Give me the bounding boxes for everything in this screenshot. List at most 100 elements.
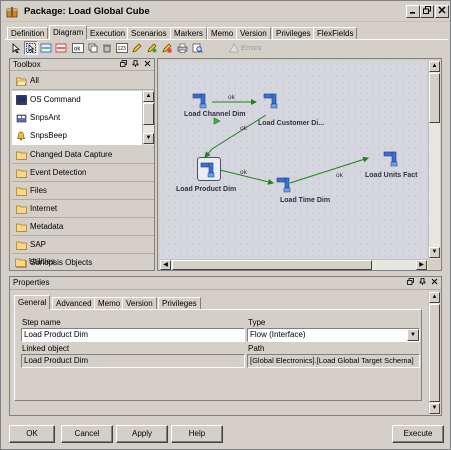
duplicate-button[interactable] <box>86 41 100 55</box>
terminal-icon <box>16 95 27 105</box>
link-ok-icon <box>40 43 52 53</box>
close-panel-icon[interactable] <box>431 278 438 285</box>
tab-diagram[interactable]: Diagram <box>49 25 88 40</box>
chevron-down-icon[interactable]: ▼ <box>407 329 419 341</box>
package-window: Package: Load Global Cube Definition Dia… <box>0 0 451 450</box>
scroll-up-button[interactable]: ▲ <box>429 292 440 303</box>
pin-icon[interactable] <box>132 60 139 67</box>
scroll-down-button[interactable]: ▼ <box>429 247 440 258</box>
ok-button[interactable]: OK <box>9 425 55 443</box>
errors-icon-button[interactable] <box>227 41 241 55</box>
scroll-left-button[interactable]: ◀ <box>160 260 171 270</box>
restore-button[interactable] <box>420 5 434 18</box>
toolbox-title: Toolbox <box>13 60 41 69</box>
diagram-vertical-scrollbar[interactable]: ▲ ▼ <box>428 61 440 259</box>
edit-icon <box>132 43 142 53</box>
close-icon <box>438 6 446 14</box>
print-preview-button[interactable] <box>190 41 204 55</box>
type-select[interactable]: Flow (Interface) ▼ <box>247 328 420 342</box>
folder-icon <box>15 258 26 267</box>
ant-icon <box>16 114 27 123</box>
scroll-up-button[interactable]: ▲ <box>143 91 154 102</box>
node-load-units-fact-icon[interactable] <box>383 149 401 167</box>
scroll-thumb[interactable] <box>143 103 154 125</box>
close-panel-icon[interactable] <box>144 60 151 67</box>
ok-step-button[interactable]: ok <box>71 41 85 55</box>
scroll-down-button[interactable]: ▼ <box>429 403 440 414</box>
next-step-failure-button[interactable] <box>54 41 68 55</box>
toolbox-folder-label: Utilities <box>29 257 55 266</box>
grid-icon <box>162 43 172 53</box>
printer-icon <box>177 43 187 53</box>
node-load-channel-dim-icon[interactable] <box>192 91 210 109</box>
toolbox-tool-snpsbeep[interactable]: SnpsBeep <box>12 127 142 145</box>
toolbox-folder-label: All <box>30 76 39 85</box>
node-load-customer-dim-label[interactable]: Load Customer Di... <box>258 120 324 127</box>
scroll-right-button[interactable]: ▶ <box>416 260 427 270</box>
node-load-product-dim-selection[interactable] <box>197 157 221 181</box>
toolbox-folder-internet[interactable]: Internet <box>12 201 154 218</box>
tool-label: SnpsAnt <box>30 113 61 122</box>
float-icon[interactable] <box>406 278 414 285</box>
print-button[interactable] <box>175 41 189 55</box>
ok-icon: ok <box>72 43 84 53</box>
props-tab-general[interactable]: General <box>14 295 51 310</box>
select-tool-button[interactable] <box>9 41 23 55</box>
toolbox-tool-snpsant[interactable]: SnpsAnt <box>12 109 142 127</box>
toolbox-folder-utilities[interactable]: Utilities <box>11 254 153 271</box>
scroll-thumb[interactable] <box>172 260 372 270</box>
delete-button[interactable] <box>100 41 114 55</box>
diagram-panel: Load Channel Dim Load Customer Di... Loa… <box>157 58 442 271</box>
node-load-customer-dim-icon[interactable] <box>263 91 281 109</box>
minimize-button[interactable] <box>406 5 420 18</box>
svg-text:123: 123 <box>118 46 127 52</box>
tool-label: SnpsBeep <box>30 131 67 140</box>
link-ok-label: ok <box>240 169 247 176</box>
node-load-units-fact-label[interactable]: Load Units Fact <box>365 172 418 179</box>
properties-header-controls <box>406 277 438 288</box>
scroll-thumb[interactable] <box>429 304 440 402</box>
node-load-product-dim-label[interactable]: Load Product Dim <box>176 186 236 193</box>
scroll-down-button[interactable]: ▼ <box>143 133 154 144</box>
toolbox-folder-event-detection[interactable]: Event Detection <box>12 165 154 182</box>
scroll-up-button[interactable]: ▲ <box>429 61 440 72</box>
package-icon <box>6 7 18 18</box>
diagram-horizontal-scrollbar[interactable]: ◀ ▶ <box>160 259 428 270</box>
edit-step-button[interactable] <box>130 41 144 55</box>
help-button[interactable]: Help <box>171 425 223 443</box>
node-load-time-dim-label[interactable]: Load Time Dim <box>280 197 330 204</box>
toolbox-tool-os-command[interactable]: OS Command <box>12 91 142 109</box>
step-name-label: Step name <box>22 318 61 327</box>
title-bar[interactable]: Package: Load Global Cube <box>2 2 450 22</box>
close-button[interactable] <box>435 5 449 18</box>
link-ok-label: ok <box>240 125 247 132</box>
execute-button[interactable]: Execute <box>392 425 444 443</box>
apply-button[interactable]: Apply <box>116 425 168 443</box>
link-time-to-units[interactable] <box>289 156 369 184</box>
diagram-canvas[interactable]: Load Channel Dim Load Customer Di... Loa… <box>160 61 427 259</box>
toolbox-folder-files[interactable]: Files <box>12 183 154 200</box>
node-load-product-dim-icon <box>200 162 215 178</box>
step-name-input[interactable]: Load Product Dim <box>21 328 245 342</box>
grid-button[interactable] <box>160 41 174 55</box>
errors-label[interactable]: Errors <box>241 43 261 52</box>
pin-icon[interactable] <box>419 278 426 285</box>
toolbox-folder-metadata[interactable]: Metadata <box>12 219 154 236</box>
node-load-time-dim-icon[interactable] <box>276 175 294 193</box>
toolbox-folder-all[interactable]: All <box>12 73 154 90</box>
auto-layout-button[interactable] <box>145 41 159 55</box>
type-label: Type <box>248 318 266 327</box>
cancel-button[interactable]: Cancel <box>61 425 113 443</box>
float-icon[interactable] <box>119 60 127 67</box>
properties-scrollbar[interactable]: ▲ ▼ <box>428 292 440 415</box>
toolbox-folder-sap[interactable]: SAP <box>12 237 154 254</box>
first-step-button[interactable]: 123 <box>115 41 129 55</box>
link-ok-label: ok <box>228 94 235 101</box>
warning-icon <box>229 43 239 53</box>
scroll-thumb[interactable] <box>429 73 440 123</box>
free-choice-tool-button[interactable] <box>24 41 38 55</box>
package-tabs: Definition Diagram Execution Scenarios M… <box>7 25 447 40</box>
toolbox-scrollbar[interactable]: ▲ ▼ <box>142 91 154 145</box>
toolbox-folder-changed-data-capture[interactable]: Changed Data Capture <box>12 147 154 164</box>
next-step-success-button[interactable] <box>39 41 53 55</box>
